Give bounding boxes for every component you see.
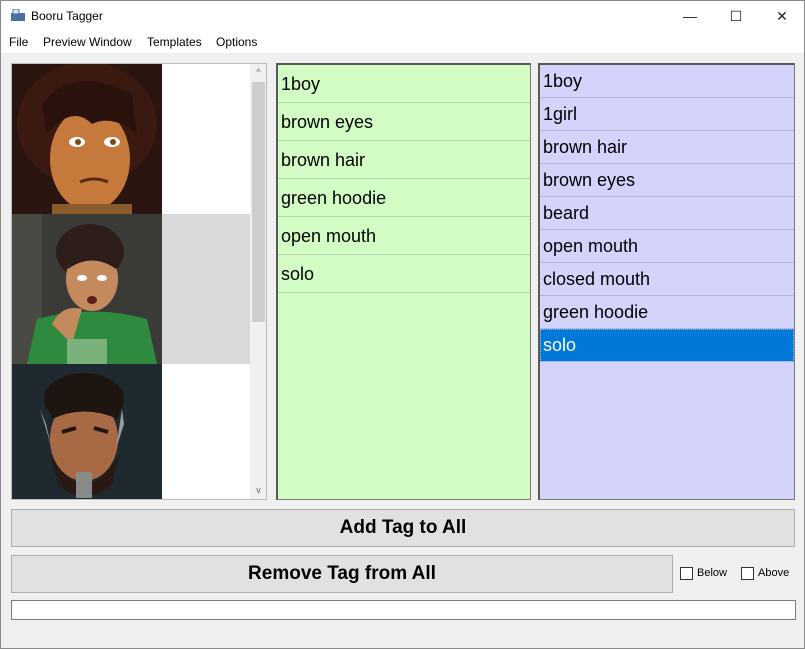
minimize-icon: — bbox=[683, 8, 697, 24]
portrait-man-beard-icon bbox=[12, 364, 162, 499]
above-checkbox-label: Above bbox=[758, 567, 790, 579]
close-button[interactable]: ✕ bbox=[759, 1, 805, 31]
maximize-icon: ☐ bbox=[729, 8, 743, 24]
image-list[interactable]: ^ v bbox=[11, 63, 267, 500]
image-list-scrollbar[interactable]: ^ v bbox=[250, 64, 266, 499]
all-tag-item[interactable]: 1girl bbox=[540, 98, 794, 131]
current-tag-item[interactable]: brown hair bbox=[278, 141, 530, 179]
menu-bar: File Preview Window Templates Options bbox=[1, 31, 804, 53]
close-icon: ✕ bbox=[776, 8, 788, 24]
all-tag-item[interactable]: closed mouth bbox=[540, 263, 794, 296]
all-tag-item[interactable]: beard bbox=[540, 197, 794, 230]
below-checkbox-box[interactable] bbox=[680, 567, 693, 580]
minimize-button[interactable]: — bbox=[667, 1, 713, 31]
scrollbar-thumb[interactable] bbox=[252, 82, 265, 322]
below-checkbox[interactable]: Below bbox=[680, 567, 735, 581]
app-icon bbox=[11, 9, 25, 21]
all-tag-item[interactable]: brown eyes bbox=[540, 164, 794, 197]
all-tag-item[interactable]: brown hair bbox=[540, 131, 794, 164]
current-tag-item[interactable]: green hoodie bbox=[278, 179, 530, 217]
tag-input[interactable] bbox=[11, 600, 796, 620]
all-tag-item-selected[interactable]: solo bbox=[540, 329, 794, 362]
below-checkbox-label: Below bbox=[697, 567, 727, 579]
menu-options[interactable]: Options bbox=[216, 35, 257, 49]
window-title: Booru Tagger bbox=[31, 9, 103, 23]
above-checkbox[interactable]: Above bbox=[741, 567, 796, 581]
image-list-item[interactable] bbox=[12, 64, 250, 214]
all-tags-list[interactable]: 1boy 1girl brown hair brown eyes beard o… bbox=[538, 63, 795, 500]
portrait-boy-green-hoodie-icon bbox=[12, 214, 162, 364]
remove-tag-from-all-button[interactable]: Remove Tag from All bbox=[11, 555, 673, 593]
above-checkbox-box[interactable] bbox=[741, 567, 754, 580]
current-tag-item[interactable]: open mouth bbox=[278, 217, 530, 255]
scroll-down-icon[interactable]: v bbox=[250, 482, 266, 499]
current-tag-item[interactable]: solo bbox=[278, 255, 530, 293]
add-tag-to-all-button[interactable]: Add Tag to All bbox=[11, 509, 795, 547]
menu-preview-window[interactable]: Preview Window bbox=[43, 35, 132, 49]
all-tag-item[interactable]: green hoodie bbox=[540, 296, 794, 329]
image-list-item[interactable] bbox=[12, 364, 250, 499]
current-tag-item[interactable]: brown eyes bbox=[278, 103, 530, 141]
scroll-up-icon[interactable]: ^ bbox=[250, 64, 266, 81]
image-list-item[interactable] bbox=[12, 214, 250, 364]
title-bar: Booru Tagger — ☐ ✕ bbox=[1, 1, 804, 31]
maximize-button[interactable]: ☐ bbox=[713, 1, 759, 31]
current-tag-item[interactable]: 1boy bbox=[278, 65, 530, 103]
portrait-woman-brown-curly-hair-icon bbox=[12, 64, 162, 214]
all-tag-item[interactable]: 1boy bbox=[540, 65, 794, 98]
current-tags-list[interactable]: 1boy brown eyes brown hair green hoodie … bbox=[276, 63, 531, 500]
menu-templates[interactable]: Templates bbox=[147, 35, 202, 49]
menu-file[interactable]: File bbox=[9, 35, 28, 49]
all-tag-item[interactable]: open mouth bbox=[540, 230, 794, 263]
